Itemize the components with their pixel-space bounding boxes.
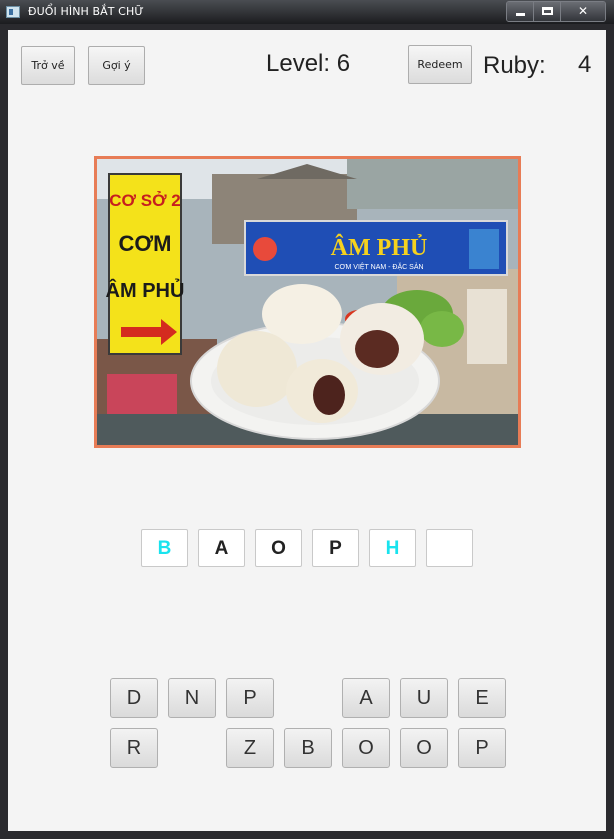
window-controls: ✕ (506, 1, 606, 22)
letter-key[interactable]: P (226, 678, 274, 718)
ruby-count: 4 (578, 51, 592, 78)
puzzle-image-art: CƠ SỞ 2 CƠM ÂM PHỦ ÂM PHỦ CƠM VIỆT NAM -… (97, 159, 518, 445)
level-indicator: Level: 6 (266, 50, 351, 77)
ruby-label: Ruby: (483, 52, 546, 79)
title-bar[interactable]: ĐUỔI HÌNH BẮT CHỮ ✕ (0, 0, 614, 24)
sign-left: CƠ SỞ 2 CƠM ÂM PHỦ (106, 173, 185, 355)
game-panel: Trở về Gợi ý Level: 6 Redeem Ruby: 4 CƠ … (8, 30, 606, 831)
letter-key[interactable]: A (342, 678, 390, 718)
maximize-button[interactable] (534, 2, 561, 21)
puzzle-image: CƠ SỞ 2 CƠM ÂM PHỦ ÂM PHỦ CƠM VIỆT NAM -… (94, 156, 521, 448)
letter-key[interactable]: O (400, 728, 448, 768)
redeem-button[interactable]: Redeem (408, 45, 472, 84)
answer-letter: H (385, 538, 400, 559)
app-icon (6, 6, 20, 18)
sign-right-subtitle: CƠM VIỆT NAM - ĐẶC SẢN (334, 262, 423, 271)
letter-key[interactable]: O (342, 728, 390, 768)
window-title: ĐUỔI HÌNH BẮT CHỮ (28, 5, 144, 18)
hint-button[interactable]: Gợi ý (88, 46, 145, 85)
letter-key[interactable]: B (284, 728, 332, 768)
close-icon: ✕ (577, 4, 589, 18)
letter-key[interactable]: E (458, 678, 506, 718)
answer-slot[interactable]: A (198, 529, 245, 567)
answer-slot[interactable]: O (255, 529, 302, 567)
answer-letter: O (271, 538, 286, 559)
sign-left-line-2: CƠM (119, 231, 172, 256)
answer-letter: P (329, 538, 342, 559)
answer-slot[interactable]: H (369, 529, 416, 567)
answer-letter: B (157, 538, 172, 559)
answer-slot[interactable]: P (312, 529, 359, 567)
letter-key[interactable]: P (458, 728, 506, 768)
minimize-icon (516, 13, 525, 16)
letter-key[interactable]: R (110, 728, 158, 768)
close-button[interactable]: ✕ (561, 2, 605, 21)
back-button[interactable]: Trở về (21, 46, 75, 85)
sign-left-line-1: CƠ SỞ 2 (109, 191, 181, 210)
sign-right-title: ÂM PHỦ (331, 234, 428, 261)
app-window: ĐUỔI HÌNH BẮT CHỮ ✕ Trở về Gợi ý Level: … (0, 0, 614, 839)
letter-key[interactable]: U (400, 678, 448, 718)
letter-key[interactable]: N (168, 678, 216, 718)
minimize-button[interactable] (507, 2, 534, 21)
answer-slot[interactable] (426, 529, 473, 567)
answer-letter: A (214, 538, 229, 559)
letter-key[interactable]: D (110, 678, 158, 718)
sign-right: ÂM PHỦ CƠM VIỆT NAM - ĐẶC SẢN (244, 220, 508, 276)
letter-key[interactable]: Z (226, 728, 274, 768)
answer-slot[interactable]: B (141, 529, 188, 567)
sign-left-line-3: ÂM PHỦ (106, 278, 185, 302)
maximize-icon (542, 7, 553, 15)
